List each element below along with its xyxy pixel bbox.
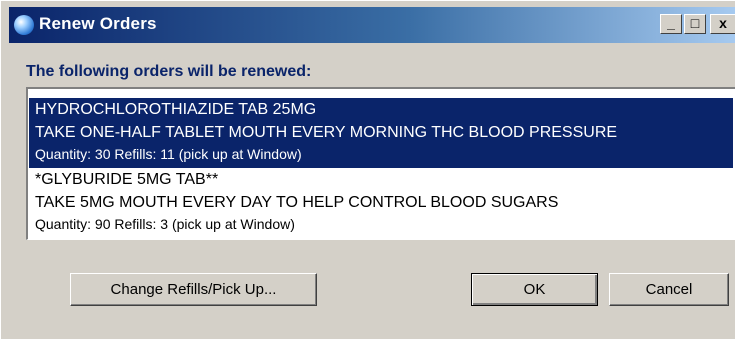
order-item-glyburide[interactable]: *GLYBURIDE 5MG TAB** TAKE 5MG MOUTH EVER… [29,168,733,238]
order-drug-name: HYDROCHLOROTHIAZIDE TAB 25MG [35,101,317,118]
title-bar[interactable]: Renew Orders _ □ x [9,7,735,43]
order-quantity-refills: Quantity: 90 Refills: 3 (pick up at Wind… [35,216,295,232]
ok-button[interactable]: OK [471,273,598,306]
order-item-hydrochlorothiazide[interactable]: HYDROCHLOROTHIAZIDE TAB 25MG TAKE ONE-HA… [29,98,733,168]
order-instructions: TAKE ONE-HALF TABLET MOUTH EVERY MORNING… [35,124,618,141]
renew-orders-dialog: Renew Orders _ □ x The following orders … [0,0,735,339]
maximize-button[interactable]: □ [684,14,706,34]
close-button[interactable]: x [710,14,735,34]
order-drug-name: *GLYBURIDE 5MG TAB** [35,171,219,188]
order-quantity-refills: Quantity: 30 Refills: 11 (pick up at Win… [35,146,302,162]
cancel-button[interactable]: Cancel [609,273,729,306]
order-instructions: TAKE 5MG MOUTH EVERY DAY TO HELP CONTROL… [35,194,559,211]
orders-list[interactable]: HYDROCHLOROTHIAZIDE TAB 25MG TAKE ONE-HA… [26,87,735,240]
change-refills-pickup-button[interactable]: Change Refills/Pick Up... [70,273,317,306]
orders-heading: The following orders will be renewed: [26,63,312,80]
app-globe-icon [14,15,34,35]
window-title: Renew Orders [39,14,157,33]
minimize-button[interactable]: _ [660,14,682,34]
